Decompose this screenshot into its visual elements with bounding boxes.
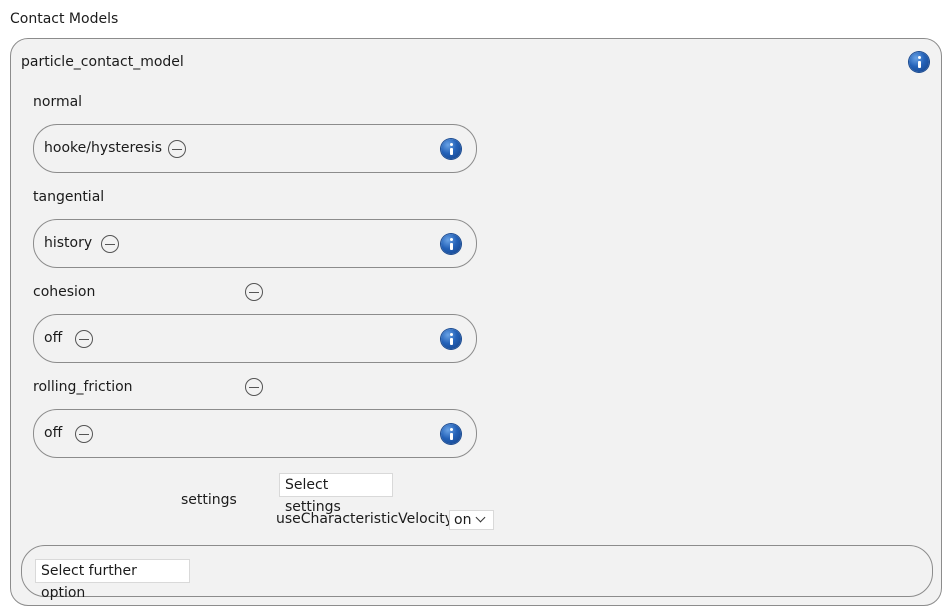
- info-icon[interactable]: [909, 52, 929, 72]
- remove-rolling-friction-value-icon[interactable]: [75, 425, 93, 443]
- select-settings-button[interactable]: Select settings: [279, 473, 393, 515]
- remove-cohesion-value-icon[interactable]: [75, 330, 93, 348]
- remove-tangential-icon[interactable]: [101, 235, 119, 253]
- use-characteristic-velocity-select[interactable]: on: [449, 510, 494, 530]
- normal-label: normal: [33, 94, 83, 110]
- tangential-label: tangential: [33, 189, 105, 205]
- cohesion-value: off: [44, 330, 63, 346]
- rolling-friction-value: off: [44, 425, 63, 441]
- normal-value: hooke/hysteresis: [44, 140, 163, 156]
- normal-pill: hooke/hysteresis: [33, 124, 477, 173]
- chevron-down-icon: [476, 512, 486, 523]
- use-characteristic-velocity-label: useCharacteristicVelocity: [276, 511, 454, 527]
- rolling-friction-info-icon[interactable]: [441, 424, 461, 444]
- settings-label: settings: [181, 492, 237, 508]
- cohesion-label: cohesion: [33, 284, 96, 300]
- use-characteristic-velocity-value: on: [454, 512, 472, 528]
- model-name-label: particle_contact_model: [21, 54, 184, 70]
- select-further-option-button[interactable]: Select further option: [35, 559, 190, 601]
- rolling-friction-label: rolling_friction: [33, 379, 133, 395]
- tangential-value: history: [44, 235, 93, 251]
- section-title: Contact Models: [10, 11, 119, 27]
- remove-rolling-friction-icon[interactable]: [245, 378, 263, 396]
- normal-info-icon[interactable]: [441, 139, 461, 159]
- remove-cohesion-icon[interactable]: [245, 283, 263, 301]
- rolling-friction-pill: off: [33, 409, 477, 458]
- remove-normal-icon[interactable]: [168, 140, 186, 158]
- tangential-info-icon[interactable]: [441, 234, 461, 254]
- cohesion-info-icon[interactable]: [441, 329, 461, 349]
- cohesion-pill: off: [33, 314, 477, 363]
- tangential-pill: history: [33, 219, 477, 268]
